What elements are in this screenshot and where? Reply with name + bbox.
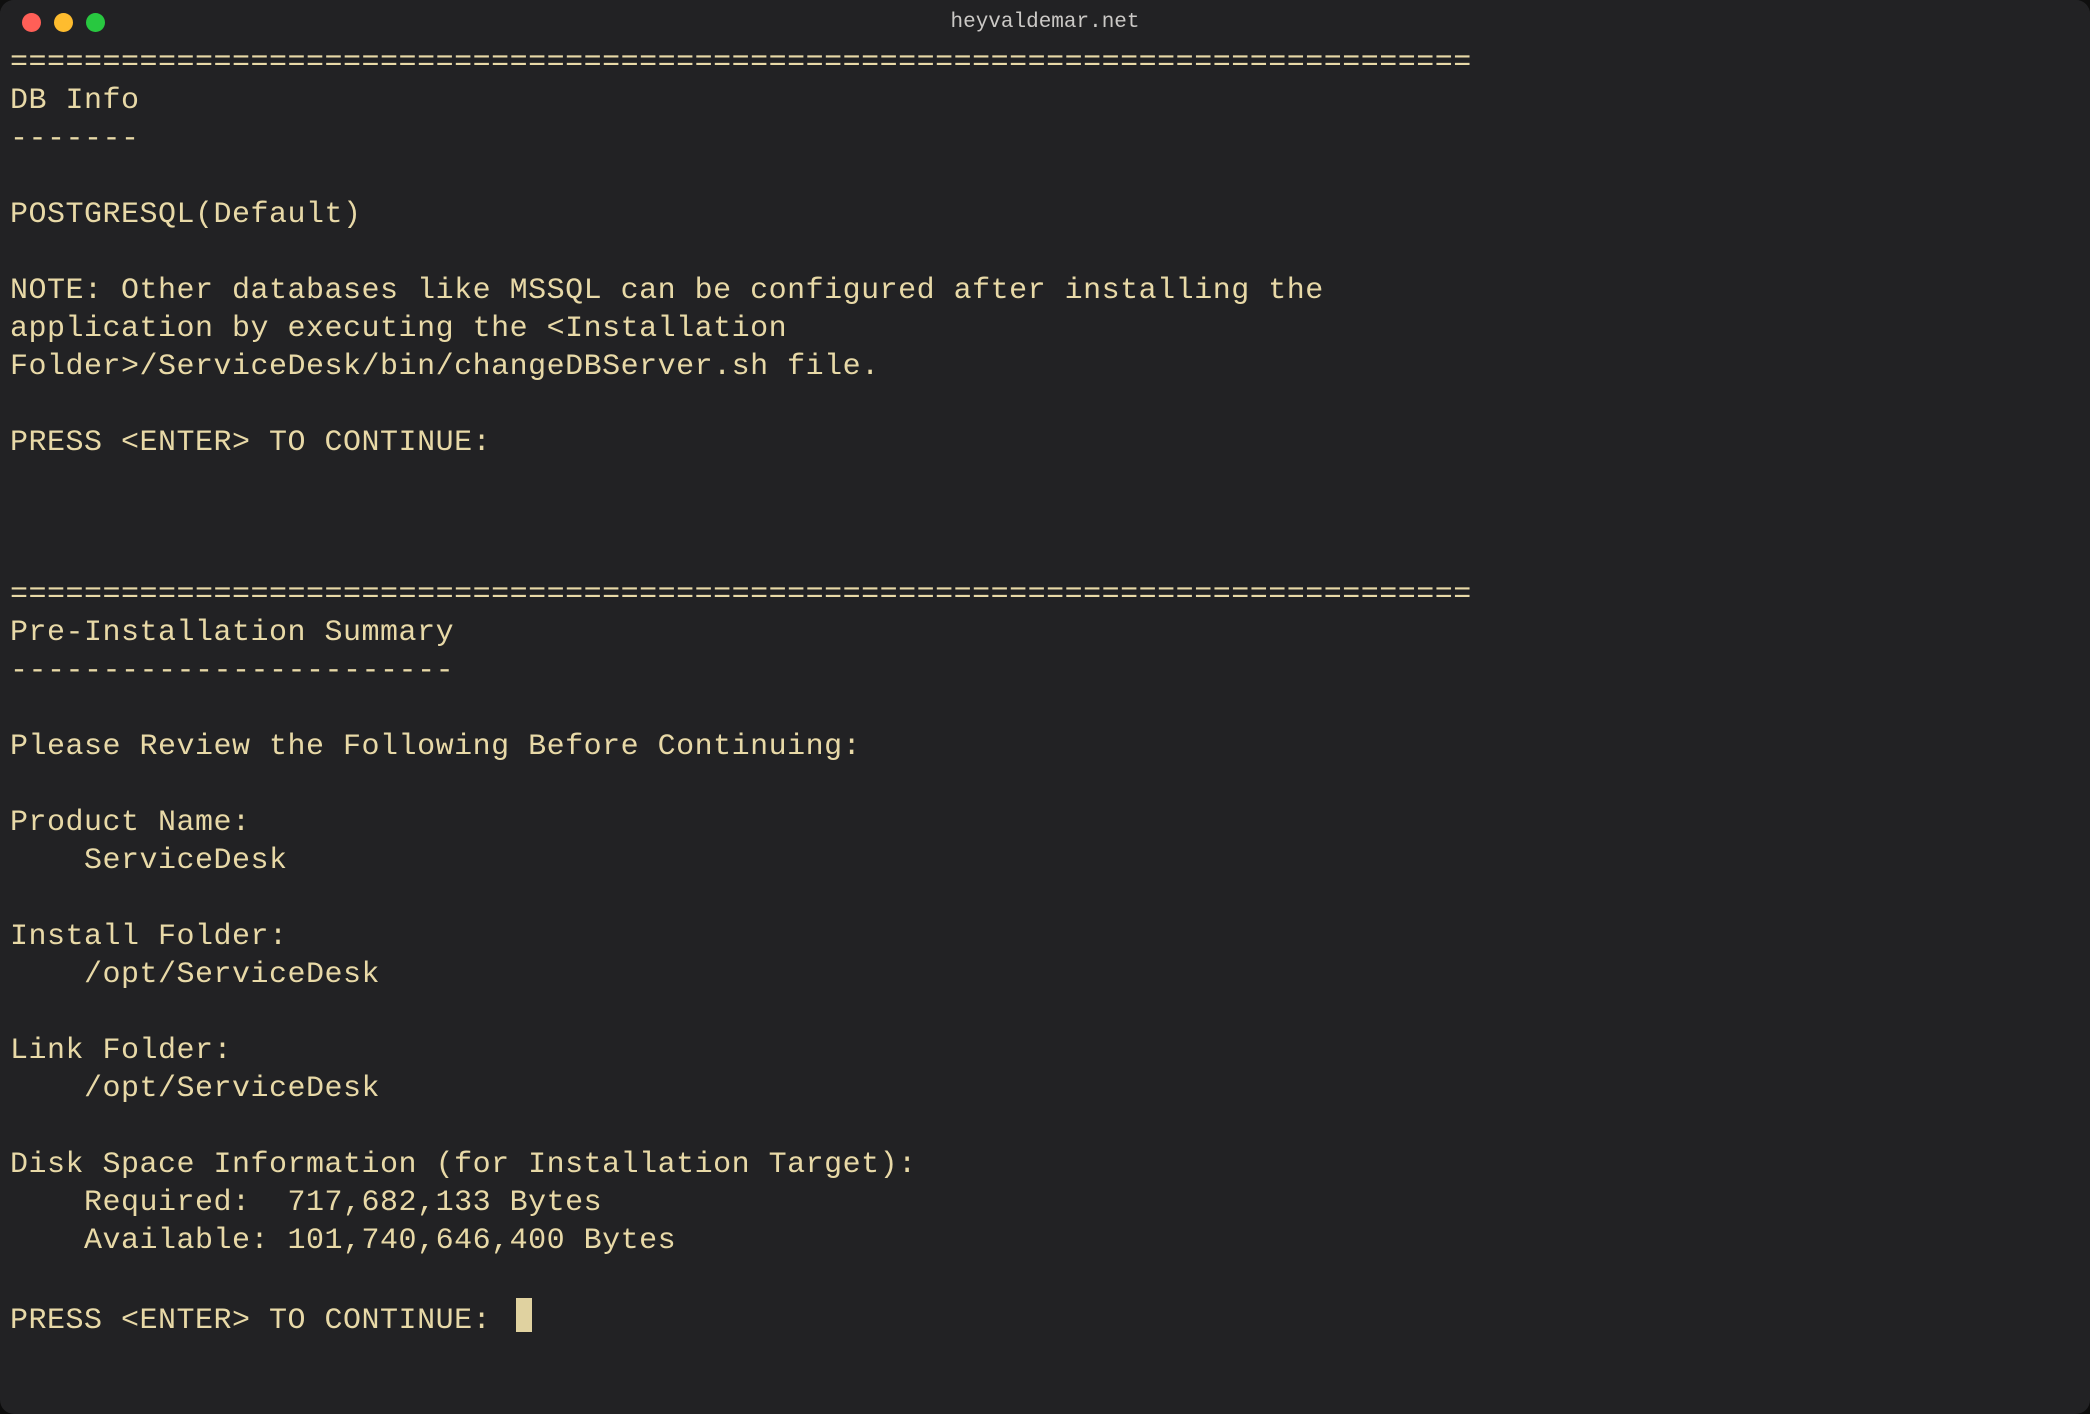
product-name-value: ServiceDesk <box>10 844 288 878</box>
section-heading-db-info: DB Info <box>10 84 140 118</box>
db-note-line3: Folder>/ServiceDesk/bin/changeDBServer.s… <box>10 350 880 384</box>
db-note-line1: NOTE: Other databases like MSSQL can be … <box>10 274 1324 308</box>
close-icon[interactable] <box>22 13 41 32</box>
disk-available: Available: 101,740,646,400 Bytes <box>10 1224 676 1258</box>
zoom-icon[interactable] <box>86 13 105 32</box>
window-title: heyvaldemar.net <box>0 11 2090 34</box>
press-enter-prompt: PRESS <ENTER> TO CONTINUE: <box>10 426 510 460</box>
minimize-icon[interactable] <box>54 13 73 32</box>
section-rule: ------- <box>10 122 140 156</box>
install-folder-value: /opt/ServiceDesk <box>10 958 380 992</box>
terminal-window: heyvaldemar.net ========================… <box>0 0 2090 1414</box>
link-folder-value: /opt/ServiceDesk <box>10 1072 380 1106</box>
cursor-icon <box>516 1298 532 1332</box>
section-heading-pre-install: Pre-Installation Summary <box>10 616 454 650</box>
disk-space-header: Disk Space Information (for Installation… <box>10 1148 917 1182</box>
terminal-body[interactable]: ========================================… <box>0 44 2090 1350</box>
review-intro: Please Review the Following Before Conti… <box>10 730 861 764</box>
db-note-line2: application by executing the <Installati… <box>10 312 787 346</box>
section-rule: ------------------------ <box>10 654 454 688</box>
link-folder-label: Link Folder: <box>10 1034 232 1068</box>
disk-required: Required: 717,682,133 Bytes <box>10 1186 602 1220</box>
press-enter-prompt[interactable]: PRESS <ENTER> TO CONTINUE: <box>10 1304 510 1338</box>
db-default: POSTGRESQL(Default) <box>10 198 362 232</box>
titlebar: heyvaldemar.net <box>0 0 2090 44</box>
install-folder-label: Install Folder: <box>10 920 288 954</box>
separator-line: ========================================… <box>10 46 1472 80</box>
product-name-label: Product Name: <box>10 806 251 840</box>
window-controls <box>0 13 105 32</box>
separator-line: ========================================… <box>10 578 1472 612</box>
